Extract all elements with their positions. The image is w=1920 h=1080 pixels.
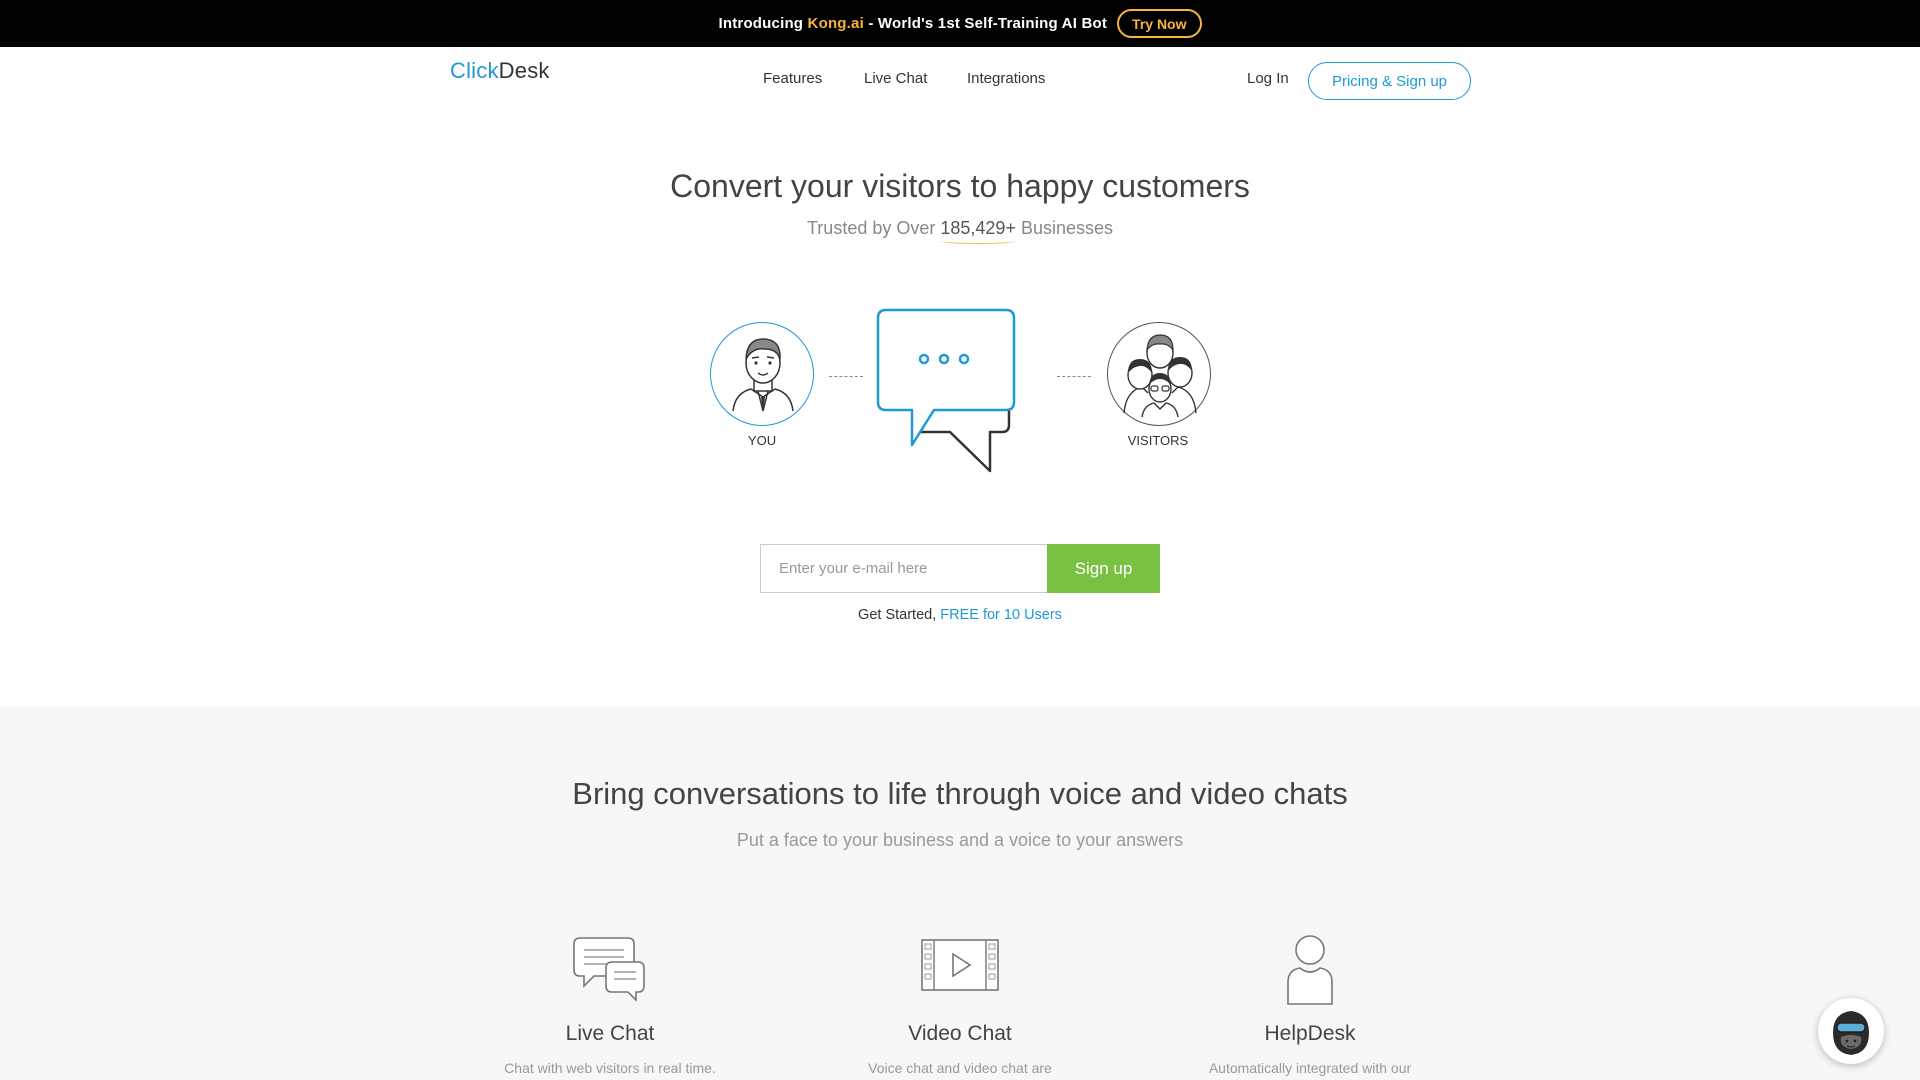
- you-label: YOU: [747, 433, 777, 448]
- business-count: 185,429+: [940, 218, 1016, 238]
- nav-features[interactable]: Features: [763, 70, 822, 87]
- nav-live-chat[interactable]: Live Chat: [864, 70, 927, 87]
- hero-sub-prefix: Trusted by Over: [806, 218, 941, 238]
- chat-bubbles-illustration: [876, 308, 1016, 473]
- logo-part-desk: Desk: [498, 58, 550, 83]
- pricing-signup-button[interactable]: Pricing & Sign up: [1308, 62, 1471, 100]
- announcement-prefix: Introducing: [718, 15, 808, 32]
- you-avatar: [710, 322, 814, 426]
- features-subtitle: Put a face to your business and a voice …: [736, 830, 1184, 850]
- visitors-group-icon: [1123, 334, 1197, 418]
- hero-subtitle: Trusted by Over 185,429+ Businesses: [0, 218, 1920, 239]
- visitors-avatar: [1107, 322, 1211, 426]
- announcement-text: Introducing Kong.ai - World's 1st Self-T…: [718, 15, 1107, 32]
- feature-name: Live Chat: [565, 1022, 655, 1045]
- try-now-button[interactable]: Try Now: [1117, 9, 1202, 38]
- feature-name: HelpDesk: [1264, 1022, 1356, 1045]
- feature-live-chat[interactable]: Live Chat Chat with web visitors in real…: [460, 936, 760, 1076]
- feature-helpdesk[interactable]: HelpDesk Automatically integrated with o…: [1160, 934, 1460, 1076]
- visitors-label: VISITORS: [1127, 433, 1189, 448]
- signup-button[interactable]: Sign up: [1047, 544, 1160, 593]
- nav-integrations[interactable]: Integrations: [967, 70, 1045, 87]
- connector-left: [829, 376, 863, 377]
- announcement-suffix: - World's 1st Self-Training AI Bot: [863, 15, 1108, 32]
- feature-name: Video Chat: [908, 1022, 1012, 1045]
- features-title: Bring conversations to life through voic…: [572, 776, 1348, 811]
- signup-note-prefix: Get Started,: [858, 607, 941, 623]
- chatbot-launcher-button[interactable]: [1818, 998, 1884, 1064]
- announcement-product[interactable]: Kong.ai: [808, 15, 864, 32]
- signup-note: Get Started, FREE for 10 Users: [0, 607, 1920, 623]
- feature-desc: Automatically integrated with our: [1208, 1060, 1412, 1076]
- feature-desc: Chat with web visitors in real time.: [504, 1060, 716, 1076]
- hero-title: Convert your visitors to happy customers: [670, 168, 1250, 204]
- login-link[interactable]: Log In: [1247, 70, 1289, 87]
- chat-bubbles-icon: [573, 937, 645, 1002]
- video-film-icon: [921, 939, 999, 991]
- announcement-bar: Introducing Kong.ai - World's 1st Self-T…: [0, 0, 1920, 47]
- agent-icon: [732, 338, 794, 412]
- feature-video-chat[interactable]: Video Chat Voice chat and video chat are: [810, 938, 1110, 1076]
- connector-right: [1057, 376, 1091, 377]
- hero-sub-suffix: Businesses: [1015, 218, 1113, 238]
- logo-part-click: Click: [450, 58, 499, 83]
- person-icon: [1287, 935, 1333, 1005]
- gorilla-bot-icon: [1825, 1005, 1877, 1057]
- feature-desc: Voice chat and video chat are: [868, 1060, 1052, 1076]
- clickdesk-logo[interactable]: ClickDesk: [450, 58, 550, 84]
- email-input[interactable]: [760, 544, 1048, 593]
- free-users-link[interactable]: FREE for 10 Users: [940, 607, 1062, 623]
